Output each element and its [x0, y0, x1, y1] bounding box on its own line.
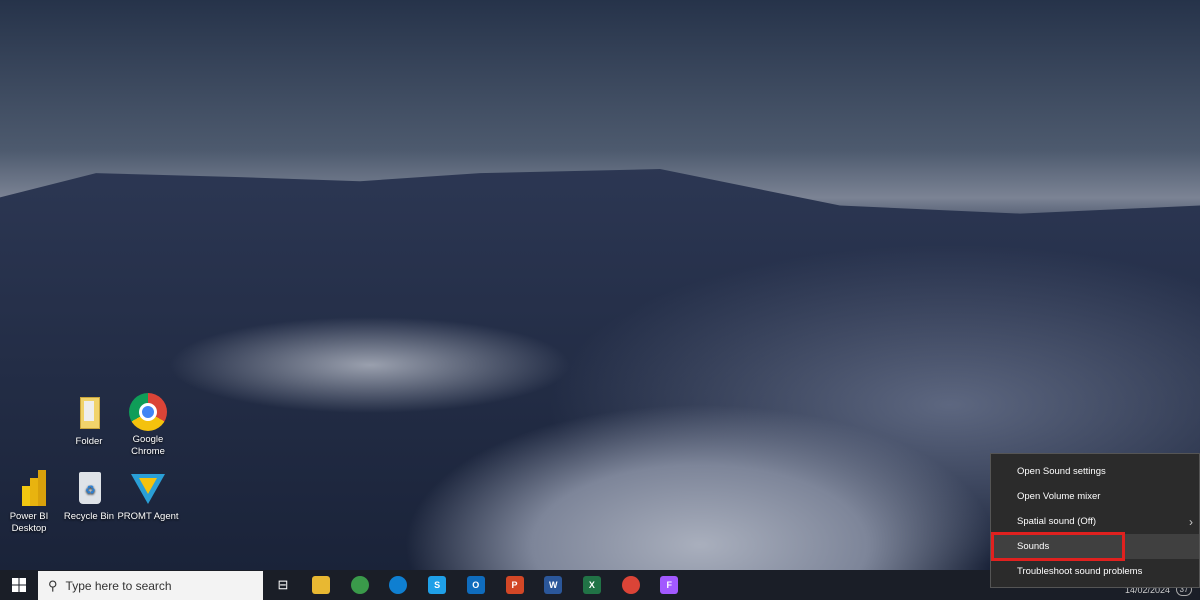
- menu-item-open-volume-mixer[interactable]: Open Volume mixer: [991, 484, 1199, 509]
- taskbar-app-edge[interactable]: [380, 570, 416, 600]
- task-view-icon: ⊟: [277, 577, 289, 592]
- chrome-icon: [129, 393, 167, 431]
- taskbar-app-excel[interactable]: X: [574, 570, 610, 600]
- menu-label: Troubleshoot sound problems: [1017, 566, 1143, 577]
- recycle-bin-icon: ♻: [70, 470, 108, 508]
- menu-label: Open Sound settings: [1017, 466, 1106, 477]
- file-explorer-icon: [312, 576, 330, 594]
- promt-icon: [129, 470, 167, 508]
- icon-label: Power BI Desktop: [9, 511, 49, 534]
- excel-icon: X: [582, 576, 601, 594]
- desktop-icon-powerbi[interactable]: Power BI Desktop: [0, 470, 60, 535]
- chrome-icon: [621, 576, 640, 594]
- search-box[interactable]: ⚲ Type here to search: [38, 571, 263, 600]
- word-icon: W: [544, 576, 563, 594]
- figma-icon: F: [660, 576, 679, 594]
- menu-item-troubleshoot[interactable]: Troubleshoot sound problems: [991, 559, 1199, 584]
- menu-item-open-sound-settings[interactable]: Open Sound settings: [991, 459, 1199, 484]
- powerpoint-icon: P: [505, 576, 524, 594]
- search-icon: ⚲: [48, 577, 58, 593]
- taskbar-app-skype[interactable]: S: [419, 570, 455, 600]
- icon-label: Google Chrome: [131, 434, 165, 457]
- outlook-icon: O: [466, 576, 485, 594]
- highlight-box: [991, 532, 1125, 561]
- start-button[interactable]: [0, 570, 37, 600]
- windows-icon: [11, 578, 26, 592]
- menu-item-spatial-sound[interactable]: Spatial sound (Off) ›: [991, 509, 1199, 534]
- chevron-right-icon: ›: [1189, 514, 1193, 529]
- desktop-icon-recycle-bin[interactable]: ♻ Recycle Bin: [58, 470, 120, 523]
- icon-label: Recycle Bin: [63, 511, 115, 522]
- task-view-button[interactable]: ⊟: [265, 570, 301, 600]
- menu-label: Open Volume mixer: [1017, 491, 1101, 502]
- folder-icon: [70, 395, 108, 433]
- powerbi-icon: [10, 470, 48, 508]
- sound-context-menu: Open Sound settings Open Volume mixer Sp…: [990, 453, 1200, 588]
- icon-label: Folder: [75, 436, 103, 447]
- desktop-icon-folder[interactable]: Folder: [58, 395, 120, 448]
- taskbar-app-figma[interactable]: F: [651, 570, 687, 600]
- taskbar-app-powerpoint[interactable]: P: [497, 570, 533, 600]
- taskbar-app-globe[interactable]: [342, 570, 378, 600]
- desktop-icon-promt[interactable]: PROMT Agent: [117, 470, 179, 523]
- taskbar-app-outlook[interactable]: O: [458, 570, 494, 600]
- search-placeholder: Type here to search: [65, 578, 172, 593]
- menu-label: Spatial sound (Off): [1017, 516, 1097, 527]
- taskbar-app-word[interactable]: W: [535, 570, 571, 600]
- globe-icon: [350, 576, 369, 594]
- taskbar-app-file-explorer[interactable]: [303, 570, 339, 600]
- icon-label: PROMT Agent: [117, 511, 179, 522]
- edge-icon: [389, 576, 408, 594]
- skype-icon: S: [428, 576, 447, 594]
- taskbar-app-chrome[interactable]: [613, 570, 649, 600]
- desktop-icon-chrome[interactable]: Google Chrome: [117, 393, 179, 458]
